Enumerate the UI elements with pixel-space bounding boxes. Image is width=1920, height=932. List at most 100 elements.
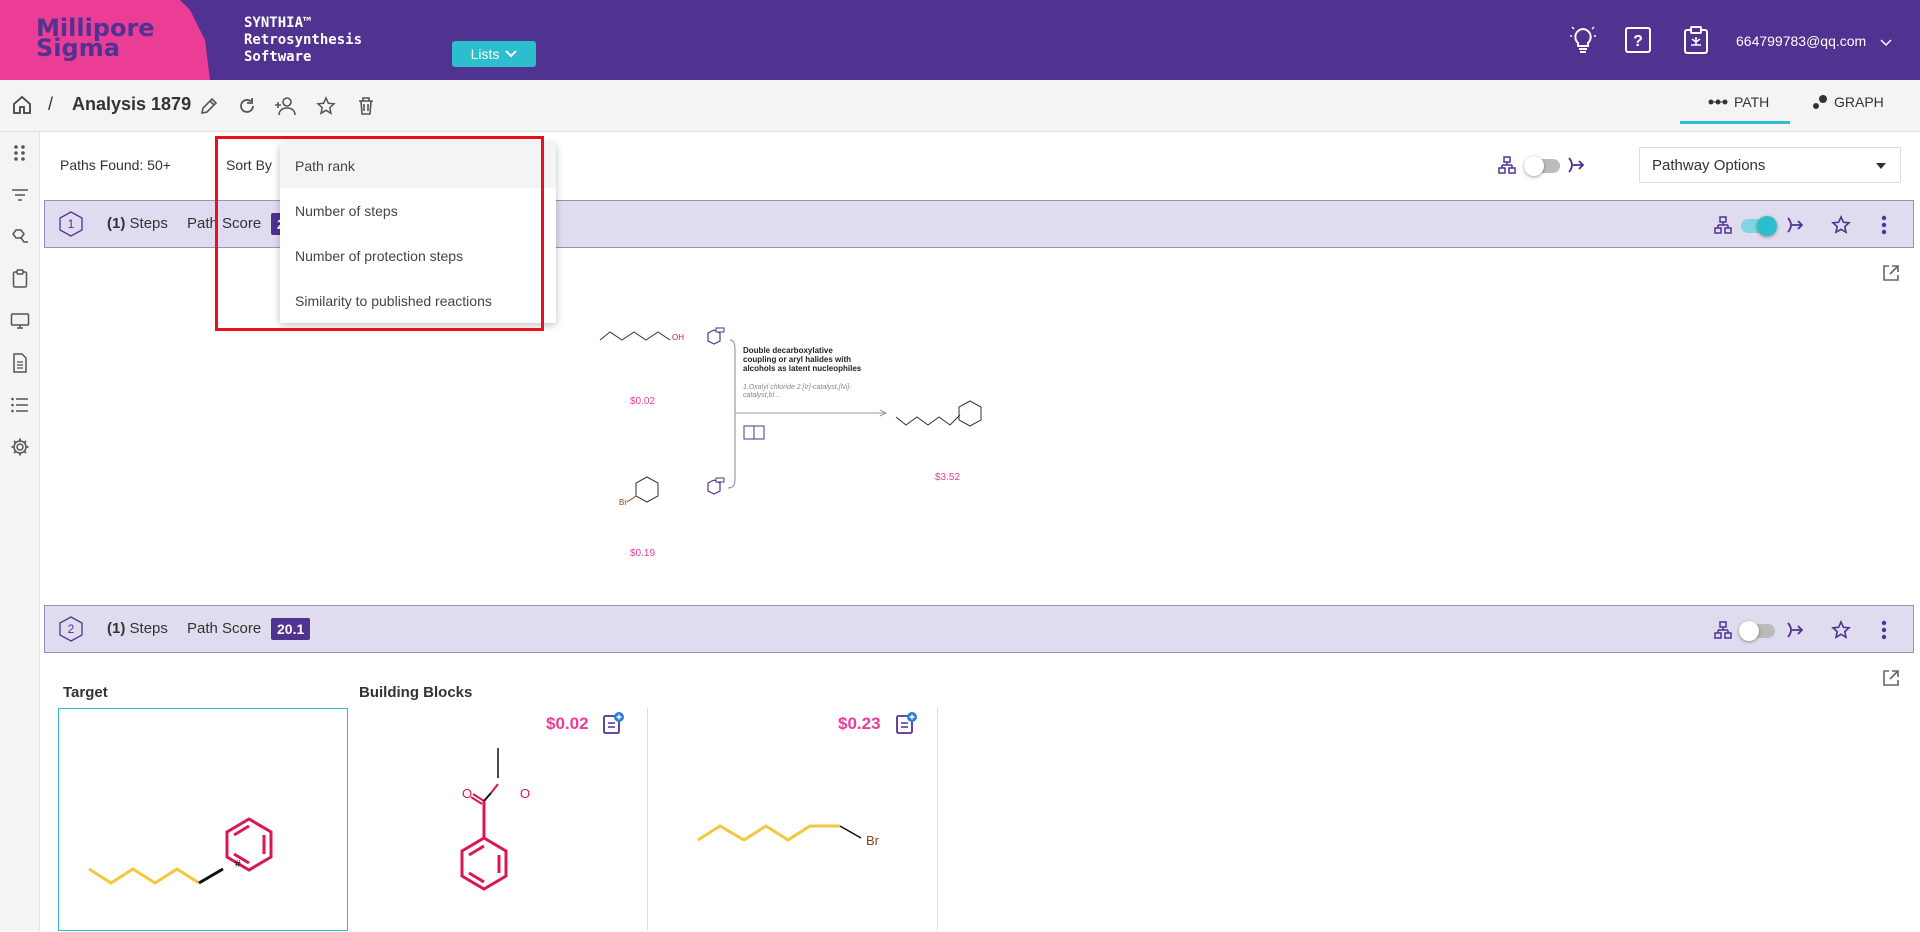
reactant-price: $0.19 <box>630 548 656 559</box>
sort-option-path-rank[interactable]: Path rank <box>280 143 556 188</box>
monitor-icon[interactable] <box>10 311 30 331</box>
more-options-icon[interactable] <box>1872 213 1896 237</box>
brand-line: SYNTHIA™ <box>244 15 312 31</box>
reactant-price: $0.02 <box>630 396 656 407</box>
path-steps: (1) Steps <box>107 620 168 637</box>
brand-line: Software <box>244 49 312 65</box>
building-block-card[interactable]: Br <box>648 708 938 931</box>
reactant-chain <box>599 331 671 341</box>
tree-view-icon[interactable] <box>1498 156 1516 179</box>
steps-count: (1) <box>107 215 126 232</box>
reagent-icon <box>707 477 725 495</box>
settings-icon[interactable] <box>10 437 30 457</box>
sort-option-number-of-steps[interactable]: Number of steps <box>280 188 556 233</box>
sort-by-menu: Path rank Number of steps Number of prot… <box>280 143 556 323</box>
linear-view-icon[interactable] <box>1783 618 1807 642</box>
refresh-icon[interactable] <box>235 94 259 118</box>
target-card[interactable]: # <box>58 708 348 931</box>
caret-down-icon <box>1876 163 1886 169</box>
tree-view-icon[interactable] <box>1711 213 1735 237</box>
list-icon[interactable] <box>10 395 30 415</box>
lightbulb-icon[interactable] <box>1569 26 1597 54</box>
clipboard-icon[interactable] <box>10 269 30 289</box>
star-icon[interactable] <box>1829 213 1853 237</box>
path-score-label: Path Score <box>187 215 262 232</box>
edit-icon[interactable] <box>197 94 221 118</box>
svg-text:?: ? <box>1633 33 1643 50</box>
open-new-window-icon[interactable] <box>1881 668 1901 688</box>
open-new-window-icon[interactable] <box>1881 263 1901 283</box>
path-number: 2 <box>67 622 75 636</box>
sort-by-label: Sort By <box>226 157 272 173</box>
building-block-price: $0.02 <box>546 714 589 733</box>
trash-icon[interactable] <box>354 94 378 118</box>
path-number: 1 <box>67 217 75 231</box>
global-view-toggle[interactable] <box>1524 156 1560 176</box>
add-to-list-icon[interactable] <box>894 711 918 735</box>
breadcrumb-bar: / Analysis 1879 PATH GRAPH <box>0 80 1920 132</box>
atom-label: OH <box>672 333 684 342</box>
help-icon[interactable]: ? <box>1624 26 1652 54</box>
path-score-badge: 20.1 <box>271 618 311 640</box>
path-number-badge: 2 <box>59 616 83 642</box>
filter-icon[interactable] <box>10 185 30 205</box>
more-options-icon[interactable] <box>1872 618 1896 642</box>
lists-dropdown-button[interactable]: Lists <box>452 41 536 67</box>
reaction-bracket <box>727 339 736 489</box>
tab-graph[interactable]: GRAPH <box>1812 94 1884 110</box>
path-view-icon <box>1708 99 1728 105</box>
chevron-down-icon[interactable] <box>1880 34 1892 52</box>
bond-marker: # <box>235 859 241 870</box>
steps-label: Steps <box>129 620 168 637</box>
document-icon[interactable] <box>10 353 30 373</box>
left-sidebar <box>0 132 40 931</box>
paths-found-count: Paths Found: 50+ <box>60 157 171 173</box>
sort-option-protection-steps[interactable]: Number of protection steps <box>280 233 556 278</box>
atom-label: Br <box>866 833 879 848</box>
steps-label: Steps <box>129 215 168 232</box>
product-brand: SYNTHIA™ Retrosynthesis Software <box>244 15 362 66</box>
add-user-icon[interactable] <box>274 94 298 118</box>
path-steps: (1) Steps <box>107 215 168 232</box>
path-view-toggle[interactable] <box>1741 216 1777 236</box>
toggle-knob <box>1524 156 1544 176</box>
reactant-ring <box>626 476 659 503</box>
building-block-structure <box>460 748 508 891</box>
company-logo[interactable]: Millipore Sigma <box>36 16 155 60</box>
clipboard-icon[interactable] <box>1682 26 1710 54</box>
building-block-card[interactable]: O O <box>358 708 648 931</box>
building-blocks-section-label: Building Blocks <box>359 684 473 701</box>
tree-view-icon[interactable] <box>1711 618 1735 642</box>
lists-label: Lists <box>470 46 500 62</box>
tab-graph-label: GRAPH <box>1834 94 1884 110</box>
reaction-icon[interactable] <box>10 227 30 247</box>
reaction-name[interactable]: Double decarboxylative coupling or aryl … <box>743 346 863 373</box>
toggle-knob <box>1757 216 1777 236</box>
path-view-toggle[interactable] <box>1739 621 1775 641</box>
breadcrumb-separator: / <box>48 94 54 114</box>
add-to-list-icon[interactable] <box>601 711 625 735</box>
building-block-price: $0.23 <box>838 714 881 733</box>
chevron-down-icon <box>505 50 518 58</box>
path-header-2[interactable]: 2 (1) Steps Path Score 20.1 <box>44 605 1914 653</box>
page-title: Analysis 1879 <box>72 94 192 114</box>
graph-view-icon <box>1813 95 1827 109</box>
apps-icon[interactable] <box>10 143 30 163</box>
brand-line: Retrosynthesis <box>244 32 363 48</box>
sort-option-similarity[interactable]: Similarity to published reactions <box>280 278 556 323</box>
star-icon[interactable] <box>1829 618 1853 642</box>
user-email[interactable]: 664799783@qq.com <box>1736 33 1866 49</box>
active-tab-indicator <box>1680 121 1790 124</box>
linear-view-icon[interactable] <box>1567 156 1585 179</box>
path-number-badge: 1 <box>59 211 83 237</box>
pathway-options-select[interactable]: Pathway Options <box>1639 147 1901 183</box>
reagent-icon <box>707 327 725 345</box>
home-icon[interactable] <box>11 94 33 116</box>
tab-path[interactable]: PATH <box>1708 94 1769 110</box>
reaction-arrow <box>735 409 888 417</box>
target-structure <box>88 817 273 885</box>
star-icon[interactable] <box>314 94 338 118</box>
linear-view-icon[interactable] <box>1783 213 1807 237</box>
book-icon <box>743 425 765 440</box>
product-price: $3.52 <box>935 472 961 483</box>
